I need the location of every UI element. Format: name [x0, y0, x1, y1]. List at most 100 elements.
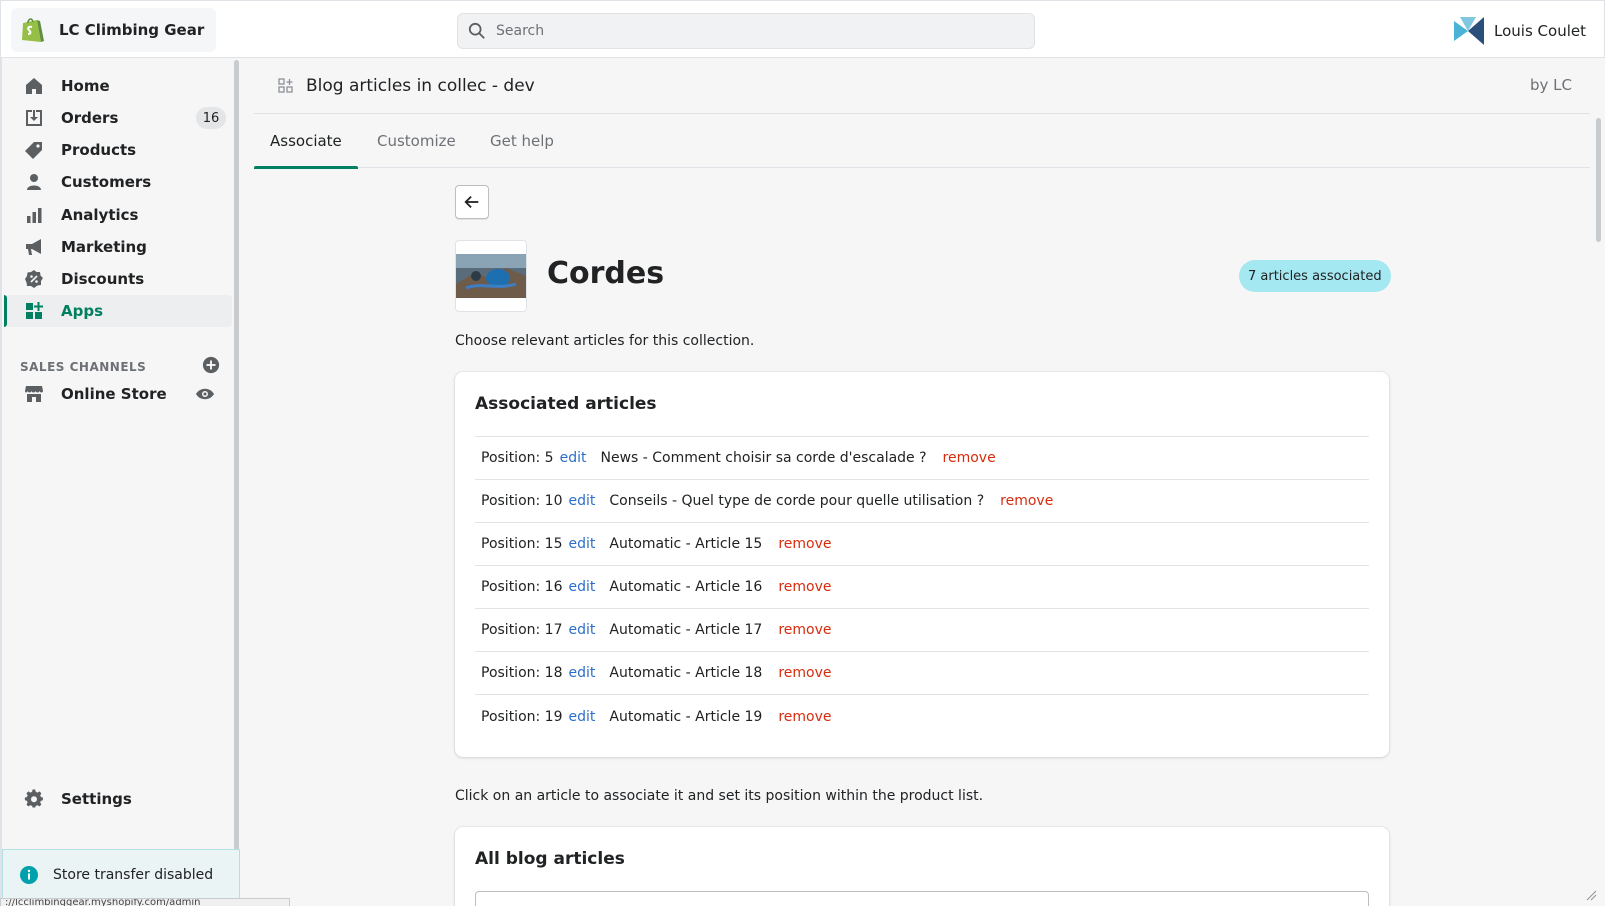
sidebar-item-discounts[interactable]: Discounts [4, 263, 232, 295]
edit-position-link[interactable]: edit [569, 709, 596, 725]
back-button[interactable] [455, 185, 489, 219]
list-item: Position: 17 edit Automatic - Article 17 re… [475, 609, 1369, 652]
app-title: Blog articles in collec - dev [306, 75, 535, 96]
sidebar-item-label: Home [61, 77, 110, 95]
eye-icon[interactable] [195, 384, 215, 404]
bar-chart-icon [27, 208, 42, 223]
sidebar-item-label: Customers [61, 173, 152, 191]
article-title: Automatic - Article 16 [609, 579, 763, 595]
association-instruction: Click on an article to associate it and … [455, 788, 984, 804]
orders-count-badge: 16 [196, 107, 226, 129]
megaphone-icon [26, 239, 41, 255]
article-title: Automatic - Article 17 [609, 622, 763, 638]
article-position: Position: 18 [481, 665, 563, 681]
sidebar-item-label: Orders [61, 109, 119, 127]
collection-thumbnail [455, 240, 527, 312]
sidebar-item-settings[interactable]: Settings [4, 783, 232, 815]
list-item: Position: 5 edit News - Comment choisir sa… [475, 437, 1369, 480]
sidebar-item-analytics[interactable]: Analytics [4, 199, 232, 231]
page-title: Cordes [547, 256, 665, 291]
article-position: Position: 15 [481, 536, 563, 552]
user-menu[interactable]: Louis Coulet [1454, 17, 1586, 45]
sidebar-item-marketing[interactable]: Marketing [4, 231, 232, 263]
remove-article-link[interactable]: remove [778, 579, 831, 595]
remove-article-link[interactable]: remove [943, 450, 996, 466]
edit-position-link[interactable]: edit [560, 450, 587, 466]
main-scrollbar[interactable] [1596, 118, 1601, 242]
home-icon [26, 78, 42, 94]
article-title: Automatic - Article 15 [609, 536, 763, 552]
remove-article-link[interactable]: remove [778, 536, 831, 552]
search-icon [468, 22, 485, 39]
apps-icon [26, 302, 43, 319]
orders-icon [26, 110, 42, 126]
article-title: News - Comment choisir sa corde d'escala… [600, 450, 927, 466]
list-item: Position: 19 edit Automatic - Article 19 re… [475, 695, 1369, 738]
sidebar-item-label: Analytics [61, 206, 139, 224]
sidebar-item-online-store[interactable]: Online Store [4, 378, 232, 410]
store-transfer-text: Store transfer disabled [53, 867, 214, 883]
store-switcher[interactable]: LC Climbing Gear [11, 8, 217, 52]
sidebar-item-label: Apps [61, 302, 104, 320]
arrow-left-icon [464, 195, 479, 209]
app-header: Blog articles in collec - dev by LC [254, 58, 1590, 114]
list-item: Position: 10 edit Conseils - Quel type de … [475, 480, 1369, 523]
article-title: Automatic - Article 18 [609, 665, 763, 681]
person-icon [27, 174, 41, 190]
app-author: by LC [1530, 76, 1572, 94]
sidebar-scrollbar[interactable] [234, 60, 239, 906]
edit-position-link[interactable]: edit [569, 536, 596, 552]
sidebar-item-label: Discounts [61, 270, 145, 288]
remove-article-link[interactable]: remove [778, 709, 831, 725]
sidebar-item-label: Products [61, 141, 137, 159]
sales-channels-header: SALES CHANNELS [20, 360, 147, 374]
article-title: Conseils - Quel type de corde pour quell… [609, 493, 985, 509]
search-input[interactable]: Search [457, 13, 1035, 49]
store-icon [25, 386, 43, 402]
list-item: Position: 18 edit Automatic - Article 18 re… [475, 652, 1369, 695]
shopify-logo-icon [22, 18, 44, 42]
user-name: Louis Coulet [1494, 22, 1586, 40]
remove-article-link[interactable]: remove [778, 665, 831, 681]
edit-position-link[interactable]: edit [569, 579, 596, 595]
edit-position-link[interactable]: edit [569, 622, 596, 638]
sidebar-item-apps[interactable]: Apps [4, 295, 232, 327]
article-search-input[interactable] [475, 891, 1369, 906]
sidebar-item-label: Settings [61, 790, 132, 808]
article-position: Position: 17 [481, 622, 563, 638]
article-position: Position: 10 [481, 493, 563, 509]
remove-article-link[interactable]: remove [778, 622, 831, 638]
sidebar-item-label: Marketing [61, 238, 147, 256]
info-icon [20, 866, 38, 884]
sidebar-item-orders[interactable]: Orders 16 [4, 102, 232, 134]
add-sales-channel-icon[interactable] [202, 356, 220, 374]
resize-grip-icon[interactable] [1585, 889, 1597, 901]
edit-position-link[interactable]: edit [569, 665, 596, 681]
app-grid-icon [278, 77, 293, 93]
edit-position-link[interactable]: edit [569, 493, 596, 509]
top-bar: LC Climbing Gear Search Louis Coulet [0, 0, 1605, 58]
article-position: Position: 19 [481, 708, 563, 725]
discount-icon [25, 270, 43, 288]
article-title: Automatic - Article 19 [609, 708, 763, 725]
gear-icon [24, 789, 43, 808]
associated-articles-card: Associated articles Position: 5 edit News … [455, 372, 1389, 757]
tab-associate[interactable]: Associate [254, 114, 358, 169]
tab-get-help[interactable]: Get help [490, 114, 554, 168]
status-url-tooltip: ://lcclimbinggear.myshopify.com/admin [0, 898, 290, 906]
sidebar-item-products[interactable]: Products [4, 134, 232, 166]
sidebar: Home Orders 16 Products Customers Analyt… [0, 58, 241, 906]
all-blog-articles-card: All blog articles [455, 827, 1389, 906]
list-item: Position: 15 edit Automatic - Article 15 re… [475, 523, 1369, 566]
sidebar-item-home[interactable]: Home [4, 70, 232, 102]
sidebar-item-customers[interactable]: Customers [4, 166, 232, 198]
search-placeholder: Search [496, 23, 545, 39]
article-position: Position: 16 [481, 579, 563, 595]
tab-customize[interactable]: Customize [377, 114, 456, 168]
associated-articles-list: Position: 5 edit News - Comment choisir sa… [475, 436, 1369, 738]
tab-bar: Associate Customize Get help [254, 114, 1590, 169]
remove-article-link[interactable]: remove [1000, 493, 1053, 509]
avatar [1454, 17, 1485, 45]
all-blog-articles-title: All blog articles [475, 849, 625, 869]
collection-description: Choose relevant articles for this collec… [455, 333, 755, 349]
